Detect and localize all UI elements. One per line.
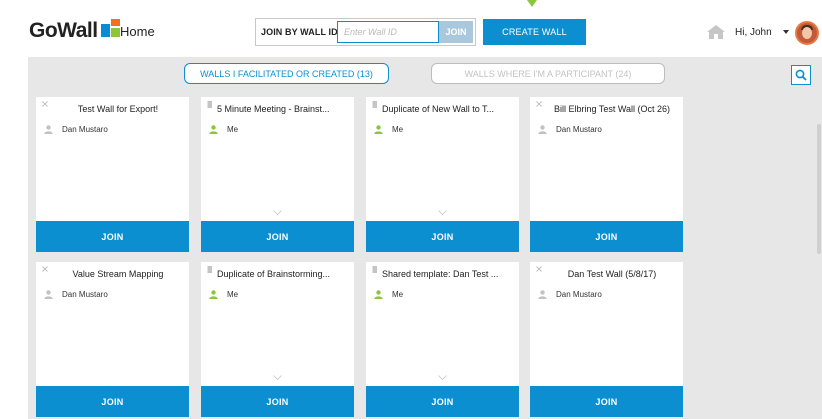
join-wall-button[interactable]: JOIN [366, 386, 519, 417]
wall-card-owner-name: Dan Mustaro [62, 289, 108, 299]
user-greeting[interactable]: Hi, John [735, 27, 772, 38]
note-icon [207, 101, 212, 108]
wall-card-header: Test Wall for Export! [36, 97, 189, 117]
close-icon[interactable] [42, 266, 48, 273]
join-wall-button[interactable]: JOIN [366, 221, 519, 252]
wall-card-title[interactable]: Dan Test Wall (5/8/17) [544, 269, 680, 279]
wall-card-title[interactable]: Duplicate of Brainstorming... [217, 269, 351, 279]
wall-card-header: Duplicate of Brainstorming... [201, 262, 354, 282]
wall-card-owner-name: Dan Mustaro [556, 289, 602, 299]
close-icon[interactable] [536, 101, 542, 108]
wall-card-owner-name: Me [392, 289, 404, 299]
note-icon [372, 266, 377, 273]
join-by-wall-id: JOIN BY WALL ID JOIN [255, 18, 476, 46]
page-title: Home [120, 24, 155, 39]
scrollbar[interactable] [817, 124, 821, 254]
chevron-down-icon[interactable] [273, 210, 282, 215]
person-icon [209, 289, 218, 299]
person-icon [209, 124, 218, 134]
wall-card-header: Bill Elbring Test Wall (Oct 26) [530, 97, 683, 117]
join-by-wall-id-label: JOIN BY WALL ID [261, 27, 338, 37]
wall-card-header: Duplicate of New Wall to T... [366, 97, 519, 117]
wall-card[interactable]: Dan Test Wall (5/8/17) Dan Mustaro JOIN [530, 262, 683, 417]
logo-mark-icon [100, 19, 121, 39]
wall-card-owner-name: Me [227, 289, 239, 299]
wall-card[interactable]: Duplicate of New Wall to T... Me JOIN [366, 97, 519, 252]
wall-card[interactable]: 5 Minute Meeting - Brainst... Me JOIN [201, 97, 354, 252]
join-wall-button[interactable]: JOIN [36, 386, 189, 417]
wall-card-owner-name: Me [392, 124, 404, 134]
drop-marker-icon [527, 0, 537, 7]
wall-card-owner: Dan Mustaro [44, 289, 108, 299]
chevron-down-icon[interactable] [273, 375, 282, 380]
wall-card-title[interactable]: Value Stream Mapping [50, 269, 186, 279]
person-icon [44, 289, 53, 299]
wall-card-owner-name: Me [227, 124, 239, 134]
wall-card-owner: Me [209, 289, 238, 299]
join-wall-button[interactable]: JOIN [201, 221, 354, 252]
person-icon [538, 289, 547, 299]
note-icon [207, 266, 212, 273]
gowall-logo[interactable]: GoWall [29, 18, 121, 44]
close-icon[interactable] [536, 266, 542, 273]
join-by-id-button[interactable]: JOIN [439, 21, 473, 43]
note-icon [372, 101, 377, 108]
home-icon[interactable] [706, 24, 726, 40]
join-wall-button[interactable]: JOIN [530, 221, 683, 252]
wall-card[interactable]: Value Stream Mapping Dan Mustaro JOIN [36, 262, 189, 417]
wall-card[interactable]: Shared template: Dan Test ... Me JOIN [366, 262, 519, 417]
person-icon [374, 289, 383, 299]
wall-card-owner: Dan Mustaro [538, 289, 602, 299]
wall-card[interactable]: Duplicate of Brainstorming... Me JOIN [201, 262, 354, 417]
wall-card-title[interactable]: Test Wall for Export! [50, 104, 186, 114]
chevron-down-icon[interactable] [438, 375, 447, 380]
wall-card-owner-name: Dan Mustaro [556, 124, 602, 134]
wall-card-header: Dan Test Wall (5/8/17) [530, 262, 683, 282]
wall-card-owner: Dan Mustaro [44, 124, 108, 134]
chevron-down-icon[interactable] [438, 210, 447, 215]
wall-card-owner: Dan Mustaro [538, 124, 602, 134]
tab-walls-participant[interactable]: WALLS WHERE I'M A PARTICIPANT (24) [431, 63, 665, 84]
wall-card-header: Shared template: Dan Test ... [366, 262, 519, 282]
person-icon [44, 124, 53, 134]
wall-card-owner: Me [374, 124, 403, 134]
person-icon [374, 124, 383, 134]
search-button[interactable] [791, 65, 811, 85]
person-icon [538, 124, 547, 134]
wall-card[interactable]: Bill Elbring Test Wall (Oct 26) Dan Musta… [530, 97, 683, 252]
tab-walls-facilitated[interactable]: WALLS I FACILITATED OR CREATED (13) [184, 63, 389, 84]
wall-card-title[interactable]: Bill Elbring Test Wall (Oct 26) [544, 104, 680, 114]
app-header: GoWall Home JOIN BY WALL ID JOIN CREATE … [0, 0, 822, 57]
wall-card-owner: Me [209, 124, 238, 134]
wall-card-title[interactable]: Shared template: Dan Test ... [382, 269, 516, 279]
chevron-down-icon[interactable] [783, 29, 789, 35]
avatar[interactable] [795, 21, 819, 45]
walls-panel: WALLS I FACILITATED OR CREATED (13) WALL… [28, 57, 822, 419]
join-wall-button[interactable]: JOIN [530, 386, 683, 417]
logo-text: GoWall [29, 19, 98, 42]
wall-card[interactable]: Test Wall for Export! Dan Mustaro JOIN [36, 97, 189, 252]
join-wall-button[interactable]: JOIN [36, 221, 189, 252]
search-icon [795, 69, 807, 81]
wall-card-owner-name: Dan Mustaro [62, 124, 108, 134]
wall-card-title[interactable]: Duplicate of New Wall to T... [382, 104, 516, 114]
wall-card-header: 5 Minute Meeting - Brainst... [201, 97, 354, 117]
create-wall-button[interactable]: CREATE WALL [483, 19, 586, 45]
wall-card-owner: Me [374, 289, 403, 299]
wall-card-title[interactable]: 5 Minute Meeting - Brainst... [217, 104, 351, 114]
join-wall-button[interactable]: JOIN [201, 386, 354, 417]
wall-id-input[interactable] [337, 21, 439, 43]
close-icon[interactable] [42, 101, 48, 108]
wall-card-header: Value Stream Mapping [36, 262, 189, 282]
